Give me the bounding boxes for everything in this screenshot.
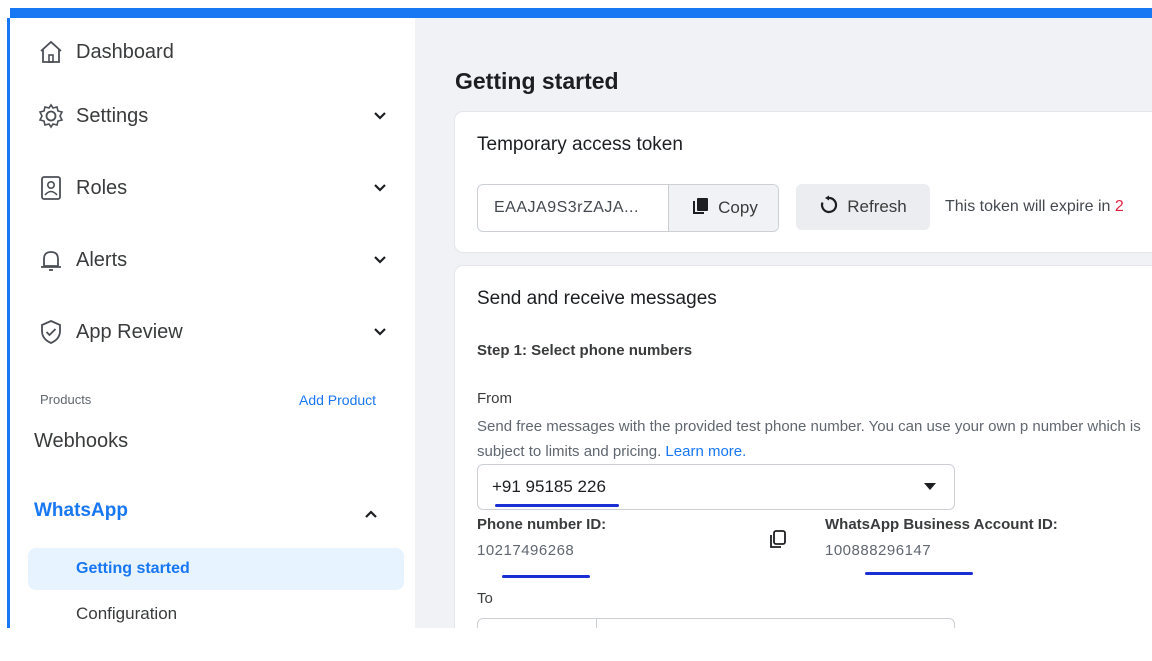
refresh-icon xyxy=(819,195,839,220)
gear-icon xyxy=(34,99,68,133)
copy-icon[interactable] xyxy=(767,528,789,550)
token-card-title: Temporary access token xyxy=(477,134,683,155)
from-label: From xyxy=(477,390,512,407)
sidebar-item-label: Dashboard xyxy=(76,40,174,63)
products-label: Products xyxy=(40,392,92,407)
sidebar-item-label: Alerts xyxy=(76,248,128,271)
sidebar-subitem-getting-started[interactable]: Getting started xyxy=(28,548,404,590)
app-frame: Dashboard Settings Roles Alerts App Revi… xyxy=(10,18,1152,628)
shield-check-icon xyxy=(34,315,68,349)
sidebar-item-webhooks[interactable]: Webhooks xyxy=(34,430,128,453)
help-text: Send free messages with the provided tes… xyxy=(477,418,1141,460)
field-divider xyxy=(596,619,597,628)
sidebar-subitem-configuration[interactable]: Configuration xyxy=(76,604,177,624)
token-expiry-text: This token will expire in 2 xyxy=(945,198,1124,216)
refresh-token-button[interactable]: Refresh xyxy=(796,184,930,230)
chevron-up-icon[interactable] xyxy=(362,505,380,523)
sidebar-item-dashboard[interactable]: Dashboard xyxy=(34,30,389,74)
token-expiry-value: 2 xyxy=(1114,198,1124,215)
to-phone-field[interactable] xyxy=(477,618,955,628)
sidebar-item-alerts[interactable]: Alerts xyxy=(34,238,389,282)
waba-id-label: WhatsApp Business Account ID: xyxy=(825,516,1058,533)
sidebar-subitem-label: Getting started xyxy=(76,560,190,577)
sidebar-item-app-review[interactable]: App Review xyxy=(34,310,389,354)
token-value: EAAJA9S3rZAJA... xyxy=(494,199,639,216)
step-heading: Step 1: Select phone numbers xyxy=(477,342,693,359)
top-accent-line xyxy=(10,8,1152,18)
phone-id-value: 10217496268 xyxy=(477,542,575,559)
sidebar-item-whatsapp[interactable]: WhatsApp xyxy=(34,500,128,522)
caret-down-icon xyxy=(924,483,936,490)
learn-more-link[interactable]: Learn more. xyxy=(665,443,746,460)
from-help-text: Send free messages with the provided tes… xyxy=(477,414,1152,464)
id-badge-icon xyxy=(34,171,68,205)
sidebar-item-roles[interactable]: Roles xyxy=(34,166,389,210)
messages-card-title: Send and receive messages xyxy=(477,288,717,309)
copy-token-button[interactable]: Copy xyxy=(668,185,778,231)
chevron-down-icon[interactable] xyxy=(371,107,389,125)
bell-icon xyxy=(34,243,68,277)
page-title: Getting started xyxy=(455,68,619,94)
copy-label: Copy xyxy=(718,198,758,217)
phone-id-label: Phone number ID: xyxy=(477,516,607,533)
sidebar-item-label: Roles xyxy=(76,176,128,199)
frame-bottom xyxy=(0,628,1152,661)
sidebar-item-label: Settings xyxy=(76,104,149,127)
token-field[interactable]: EAAJA9S3rZAJA... Copy xyxy=(477,184,779,232)
messages-card: Send and receive messages Step 1: Select… xyxy=(455,266,1152,628)
sidebar: Dashboard Settings Roles Alerts App Revi… xyxy=(10,18,415,628)
chevron-down-icon[interactable] xyxy=(371,323,389,341)
annotation-underline xyxy=(502,575,590,578)
main-content: Getting started Temporary access token E… xyxy=(415,18,1152,628)
chevron-down-icon[interactable] xyxy=(371,251,389,269)
sidebar-item-settings[interactable]: Settings xyxy=(34,94,389,138)
token-card: Temporary access token EAAJA9S3rZAJA... … xyxy=(455,112,1152,252)
chevron-down-icon[interactable] xyxy=(371,179,389,197)
annotation-underline xyxy=(865,572,973,575)
copy-icon xyxy=(690,195,712,222)
sidebar-item-label: App Review xyxy=(76,320,183,343)
home-icon xyxy=(34,35,68,69)
waba-id-value: 100888296147 xyxy=(825,542,932,559)
refresh-label: Refresh xyxy=(847,197,907,216)
add-product-link[interactable]: Add Product xyxy=(299,392,376,408)
token-expiry-label: This token will expire in xyxy=(945,198,1111,215)
to-label: To xyxy=(477,590,493,607)
from-phone-value: +91 95185 226 xyxy=(492,477,606,496)
annotation-underline xyxy=(495,504,619,507)
